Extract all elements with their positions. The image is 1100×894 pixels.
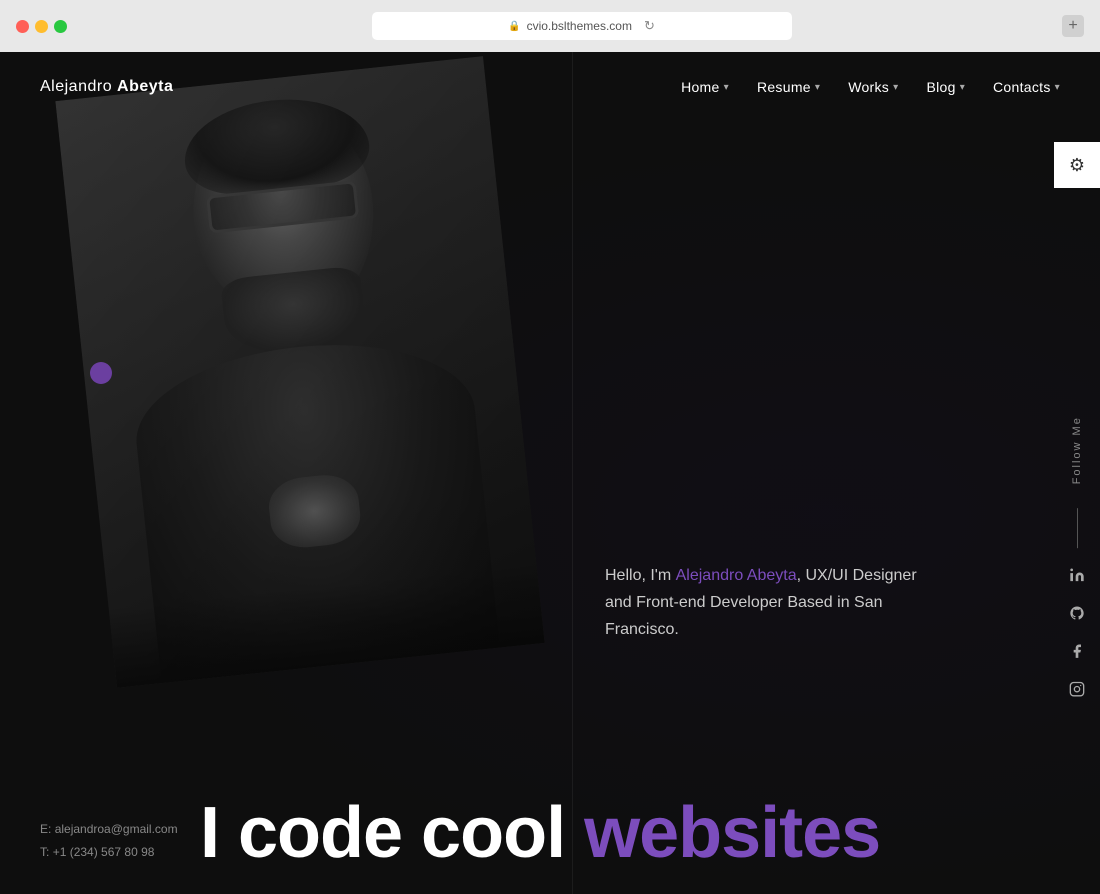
settings-button[interactable]: ⚙	[1054, 142, 1100, 188]
follow-me-label: Follow Me	[1071, 416, 1083, 484]
linkedin-icon[interactable]	[1066, 564, 1088, 586]
nav-item-resume[interactable]: Resume ▾	[757, 79, 820, 95]
nav-item-blog[interactable]: Blog ▾	[926, 79, 965, 95]
logo-first-name: Alejandro	[40, 78, 117, 95]
nav-item-contacts[interactable]: Contacts ▾	[993, 79, 1060, 95]
contact-info: E: alejandroa@gmail.com T: +1 (234) 567 …	[40, 818, 178, 864]
portrait-light	[55, 56, 544, 688]
nav-home-label: Home	[681, 79, 720, 95]
new-tab-button[interactable]: +	[1062, 15, 1084, 37]
nav-item-works[interactable]: Works ▾	[848, 79, 898, 95]
vertical-divider	[572, 52, 573, 894]
reload-icon[interactable]: ↻	[644, 18, 655, 34]
site-wrapper: Alejandro Abeyta Home ▾ Resume ▾ Works ▾…	[0, 52, 1100, 894]
main-nav: Home ▾ Resume ▾ Works ▾ Blog ▾ Contacts …	[681, 79, 1060, 95]
intro-paragraph: Hello, I'm Alejandro Abeyta, UX/UI Desig…	[605, 562, 925, 644]
email-line: E: alejandroa@gmail.com	[40, 818, 178, 841]
chevron-down-icon: ▾	[960, 82, 965, 93]
intro-text: Hello, I'm Alejandro Abeyta, UX/UI Desig…	[605, 562, 925, 644]
intro-prefix: Hello, I'm	[605, 567, 676, 584]
phone-line: T: +1 (234) 567 80 98	[40, 841, 178, 864]
social-divider-line	[1077, 508, 1078, 548]
minimize-button[interactable]	[35, 20, 48, 33]
github-icon[interactable]	[1066, 602, 1088, 624]
nav-blog-label: Blog	[926, 79, 955, 95]
site-logo: Alejandro Abeyta	[40, 78, 173, 96]
nav-resume-label: Resume	[757, 79, 811, 95]
social-sidebar: Follow Me	[1066, 416, 1100, 700]
headline-plain: I code cool	[200, 793, 584, 873]
chevron-down-icon: ▾	[724, 82, 729, 93]
logo-last-name: Abeyta	[117, 78, 173, 95]
phone-label: T:	[40, 845, 49, 859]
big-headline: I code cool websites	[200, 792, 880, 874]
email-label: E:	[40, 822, 51, 836]
facebook-icon[interactable]	[1066, 640, 1088, 662]
gear-icon: ⚙	[1069, 155, 1085, 176]
browser-chrome: 🔒 cvio.bslthemes.com ↻ +	[0, 0, 1100, 52]
chevron-down-icon: ▾	[893, 82, 898, 93]
portrait-image	[55, 56, 544, 688]
url-text: cvio.bslthemes.com	[527, 19, 632, 33]
headline-highlight: websites	[584, 793, 880, 873]
hero-photo-frame	[55, 56, 544, 688]
maximize-button[interactable]	[54, 20, 67, 33]
nav-item-home[interactable]: Home ▾	[681, 79, 729, 95]
lock-icon: 🔒	[508, 21, 520, 32]
chevron-down-icon: ▾	[815, 82, 820, 93]
intro-name: Alejandro Abeyta	[676, 567, 797, 584]
chevron-down-icon: ▾	[1055, 82, 1060, 93]
nav-contacts-label: Contacts	[993, 79, 1051, 95]
email-value: alejandroa@gmail.com	[55, 822, 178, 836]
phone-value: +1 (234) 567 80 98	[53, 845, 155, 859]
close-button[interactable]	[16, 20, 29, 33]
nav-works-label: Works	[848, 79, 889, 95]
instagram-icon[interactable]	[1066, 678, 1088, 700]
traffic-lights	[16, 20, 67, 33]
purple-dot-decoration	[90, 362, 112, 384]
site-header: Alejandro Abeyta Home ▾ Resume ▾ Works ▾…	[0, 52, 1100, 122]
address-bar[interactable]: 🔒 cvio.bslthemes.com ↻	[372, 12, 792, 40]
